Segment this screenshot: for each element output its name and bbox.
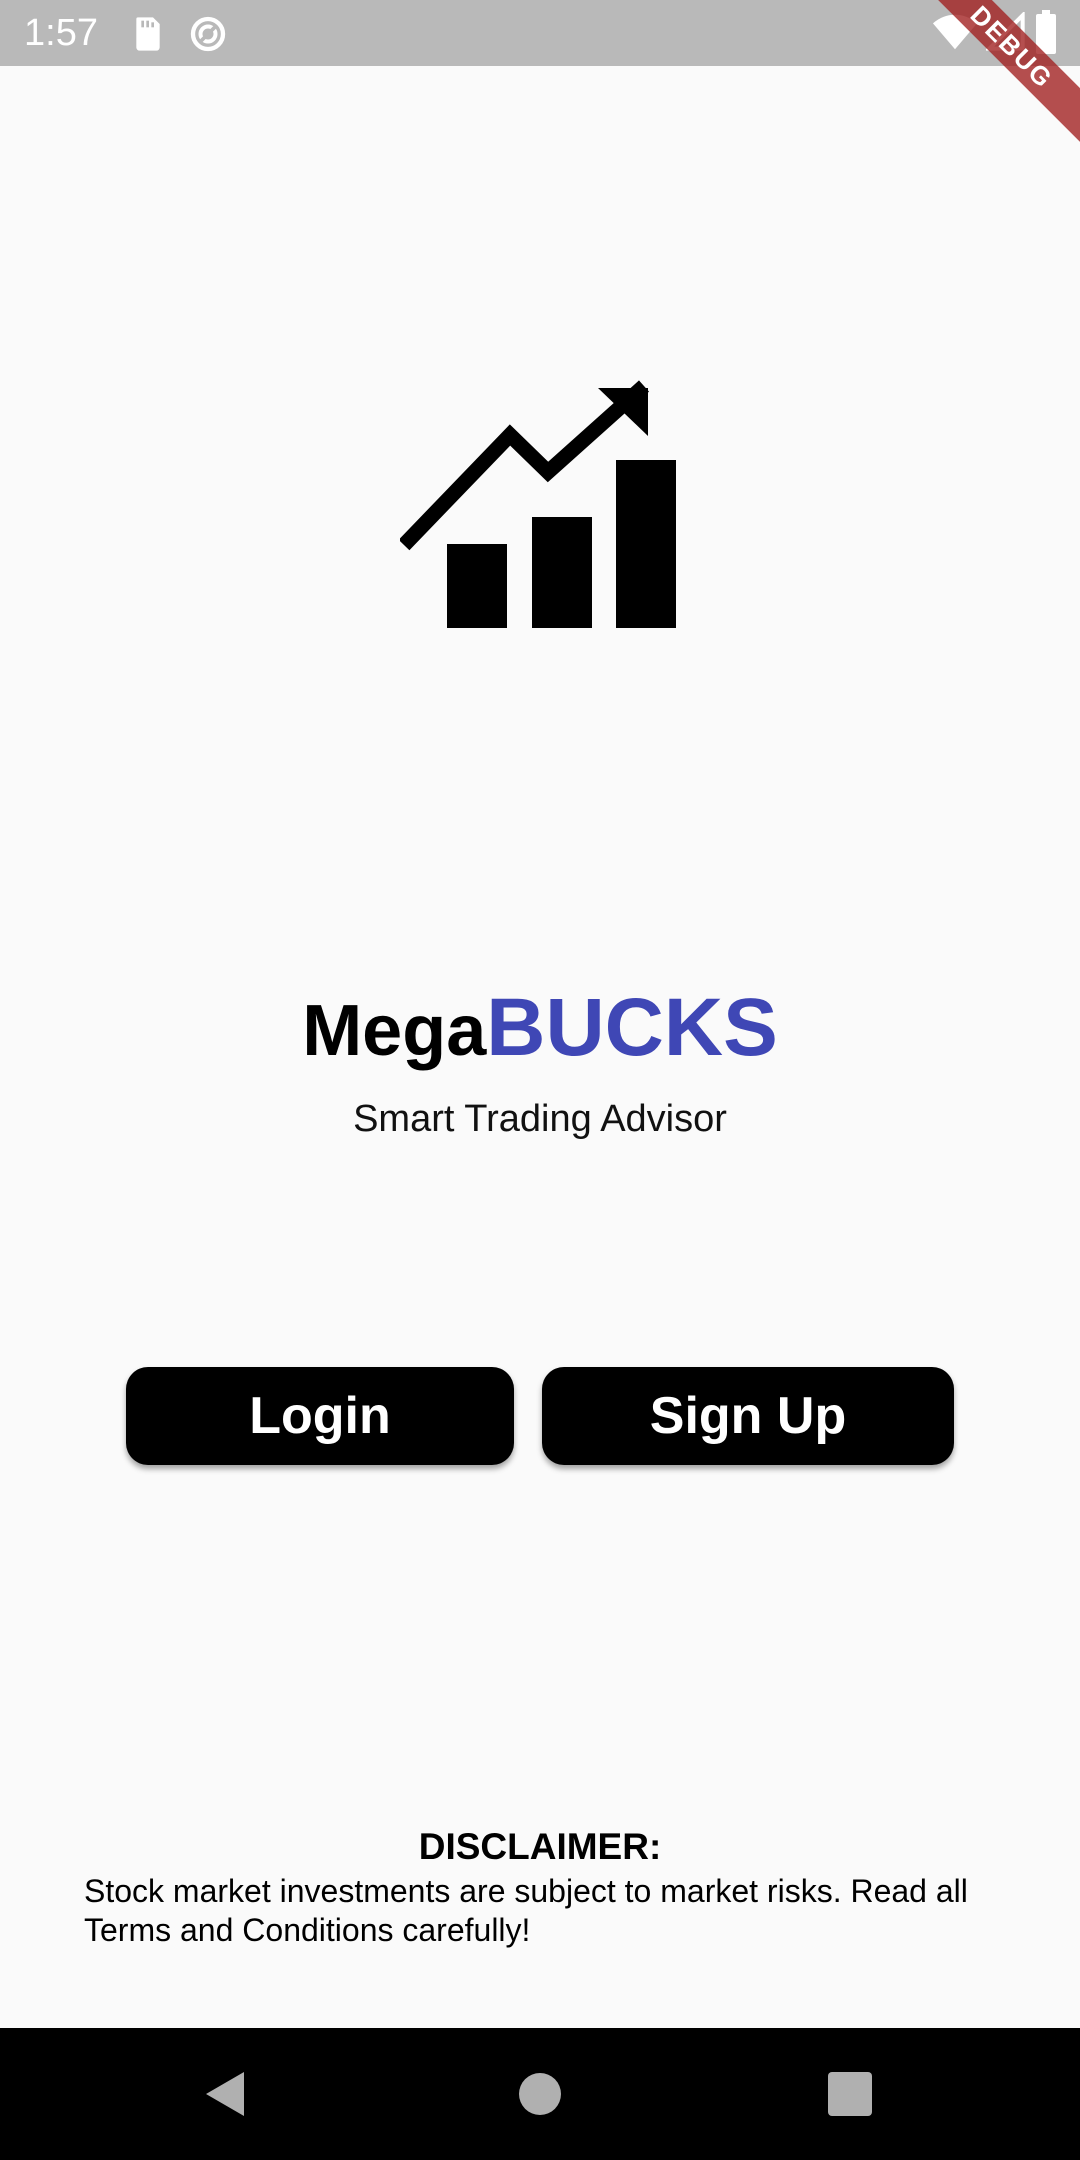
sd-card-icon — [136, 17, 160, 51]
app-subtitle: Smart Trading Advisor — [353, 1098, 727, 1140]
welcome-screen: 1:57 DEBUG MegaBUCKS Smart Trading Advis… — [0, 0, 1080, 2160]
recents-icon[interactable] — [822, 2066, 878, 2122]
status-bar: 1:57 DEBUG — [0, 0, 1080, 153]
app-title-bucks: BUCKS — [486, 982, 778, 1073]
app-title-mega: Mega — [302, 991, 487, 1071]
home-icon[interactable] — [512, 2066, 568, 2122]
disclaimer-text: Stock market investments are subject to … — [84, 1873, 968, 1948]
login-button[interactable]: Login — [126, 1367, 514, 1465]
disclaimer-title: DISCLAIMER: — [418, 1826, 662, 1867]
growth-chart-icon — [400, 380, 676, 628]
navigation-bar — [0, 2028, 1080, 2160]
back-icon[interactable] — [200, 2066, 256, 2122]
status-time: 1:57 — [24, 12, 98, 54]
signup-button[interactable]: Sign Up — [542, 1367, 954, 1465]
app-title: MegaBUCKS — [0, 978, 1080, 1081]
sync-icon — [190, 16, 226, 52]
